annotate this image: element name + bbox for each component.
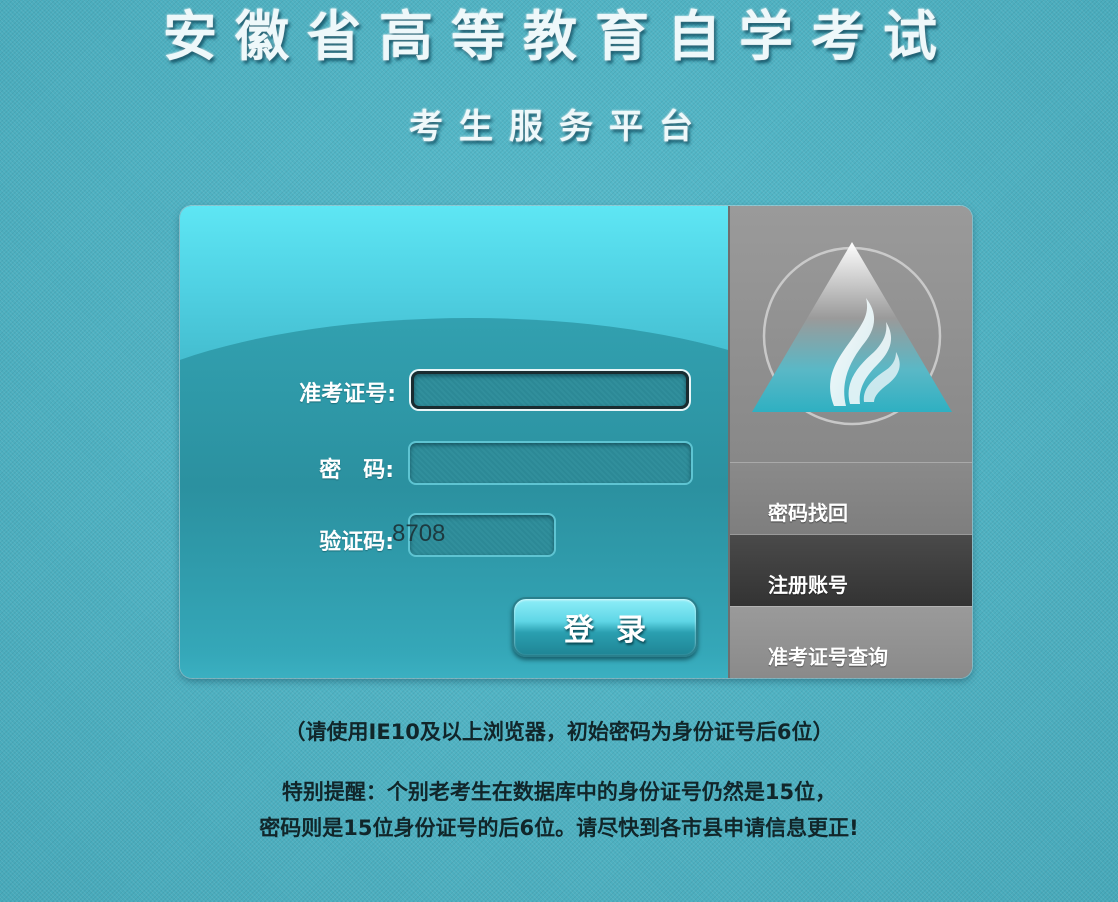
captcha-code[interactable]: 8708 [392, 520, 445, 548]
sidebar-item-ticket-query[interactable]: 准考证号查询 [730, 606, 972, 678]
page-subtitle: 考生服务平台 [409, 107, 709, 147]
sidebar-item-register[interactable]: 注册账号 [730, 534, 972, 606]
login-panel: 准考证号: 密 码: 验证码: 登录 密码找回 注册账号 准考证号查询 [180, 206, 972, 678]
password-input[interactable] [408, 441, 693, 485]
exam-logo-icon [752, 242, 952, 426]
warning-line-1: 特别提醒：个别老考生在数据库中的身份证号仍然是15位， [281, 780, 837, 804]
warning-line-2: 密码则是15位身份证号的后6位。请尽快到各市县申请信息更正! [259, 816, 859, 840]
ticket-number-input[interactable] [411, 371, 689, 409]
password-label: 密 码: [319, 458, 394, 483]
captcha-label: 验证码: [319, 530, 394, 555]
login-form-area: 准考证号: 密 码: 验证码: 登录 [180, 206, 728, 678]
sidebar-item-password-recovery[interactable]: 密码找回 [730, 462, 972, 534]
page-title: 安徽省高等教育自学考试 [163, 4, 955, 68]
login-button[interactable]: 登录 [512, 597, 698, 657]
logo-area [730, 206, 972, 462]
sidebar: 密码找回 注册账号 准考证号查询 [728, 206, 972, 678]
browser-notice: （请使用IE10及以上浏览器，初始密码为身份证号后6位） [284, 720, 834, 744]
ticket-number-label: 准考证号: [299, 382, 396, 407]
